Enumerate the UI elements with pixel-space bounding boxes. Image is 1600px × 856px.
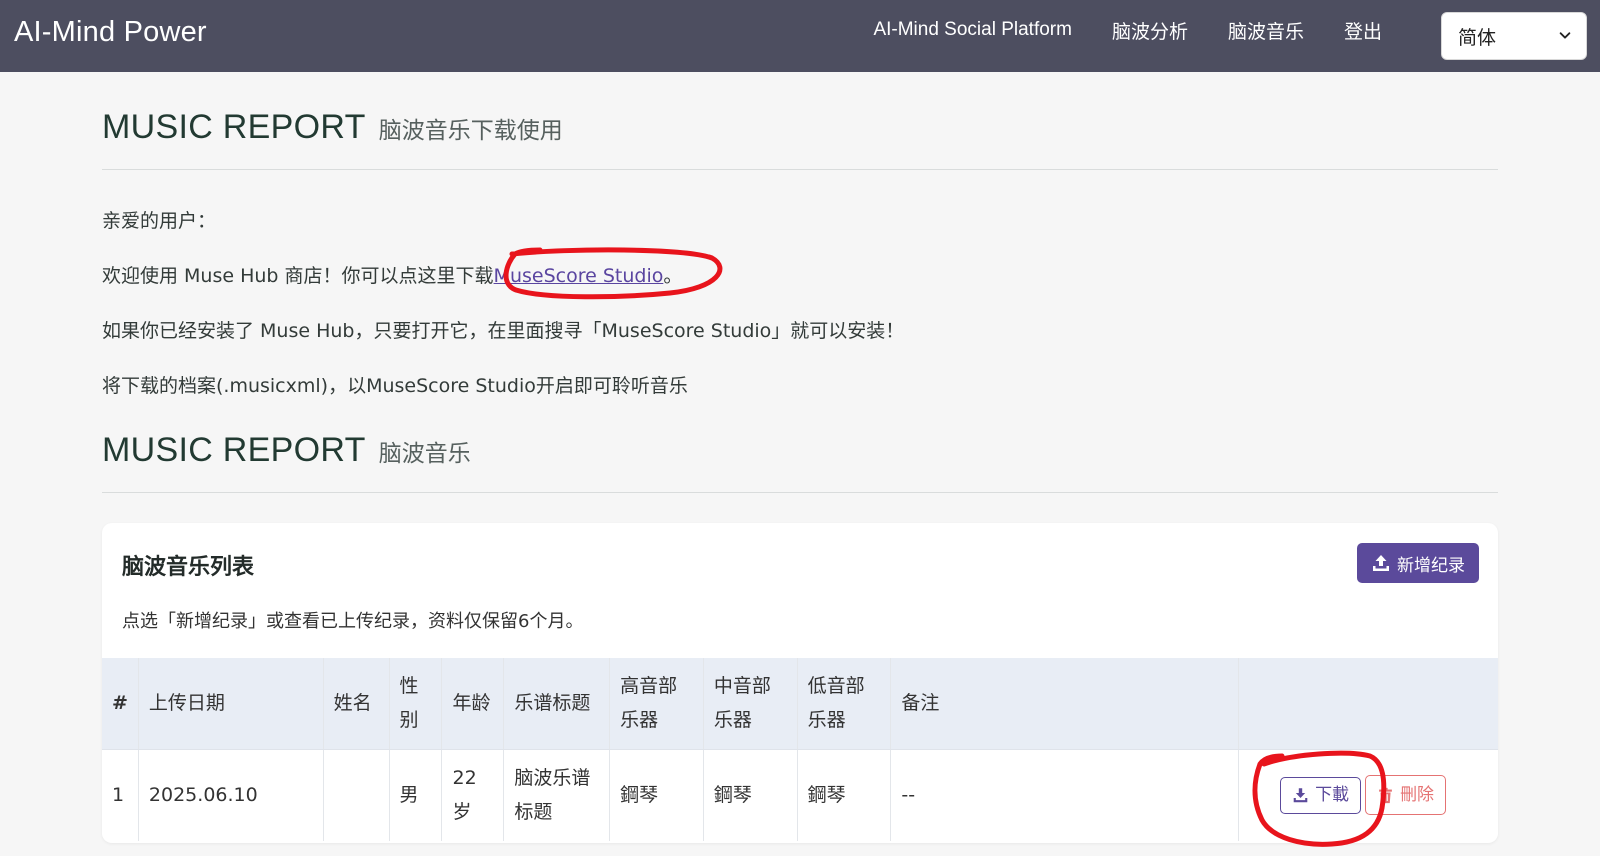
cell-number: 1 <box>102 749 139 841</box>
col-header-alto-instrument: 中音部乐器 <box>703 658 798 750</box>
cell-age: 22岁 <box>441 749 505 841</box>
music-list-card: 脑波音乐列表 新增纪录 点选「新增纪录」或查看已上传纪录，资料仅保留6个月。 #… <box>102 523 1498 843</box>
install-instructions: 如果你已经安装了 Muse Hub，只要打开它，在里面搜寻「MuseScore … <box>102 320 905 342</box>
cell-name <box>323 749 390 841</box>
card-description: 点选「新增纪录」或查看已上传纪录，资料仅保留6个月。 <box>122 611 584 632</box>
delete-button[interactable]: 刪除 <box>1365 775 1447 816</box>
music-records-table: # 上传日期 姓名 性别 年龄 乐谱标题 高音部乐器 中音部乐器 低音部乐器 备… <box>102 658 1498 841</box>
col-header-bass-instrument: 低音部乐器 <box>797 658 892 750</box>
chevron-down-icon <box>1559 32 1571 39</box>
cell-alto-instrument: 鋼琴 <box>703 749 798 841</box>
nav-link-logout[interactable]: 登出 <box>1344 17 1382 44</box>
open-instructions: 将下载的档案(.musicxml)，以MuseScore Studio开启即可聆… <box>102 375 688 397</box>
cell-upload-date: 2025.06.10 <box>138 749 324 841</box>
download-instructions: 欢迎使用 Muse Hub 商店！你可以点这里下载MuseScore Studi… <box>102 261 682 288</box>
divider <box>102 169 1498 170</box>
language-select[interactable]: 简体 <box>1441 12 1587 60</box>
cell-bass-instrument: 鋼琴 <box>797 749 892 841</box>
section-subtitle: 脑波音乐 <box>378 441 471 467</box>
table-header-row: # 上传日期 姓名 性别 年龄 乐谱标题 高音部乐器 中音部乐器 低音部乐器 备… <box>102 658 1498 750</box>
language-select-value: 简体 <box>1458 26 1497 49</box>
section-title: MUSIC REPORT <box>102 431 366 469</box>
divider <box>102 492 1498 493</box>
nav-link-brainwave-analysis[interactable]: 脑波分析 <box>1112 17 1188 44</box>
download-text-after: 。 <box>663 265 683 287</box>
col-header-name: 姓名 <box>323 658 390 750</box>
download-button[interactable]: 下載 <box>1280 776 1362 814</box>
page-subtitle: 脑波音乐下载使用 <box>378 118 563 144</box>
col-header-number: # <box>102 658 139 750</box>
cell-note: -- <box>890 749 1240 841</box>
greeting-text: 亲爱的用户： <box>102 210 217 232</box>
download-icon <box>1293 788 1308 803</box>
col-header-age: 年龄 <box>441 658 505 750</box>
add-record-button[interactable]: 新增纪录 <box>1357 543 1479 583</box>
nav-link-brainwave-music[interactable]: 脑波音乐 <box>1228 17 1304 44</box>
nav-links: AI-Mind Social Platform 脑波分析 脑波音乐 登出 <box>833 0 1382 60</box>
upload-icon <box>1373 555 1389 571</box>
col-header-score-title: 乐谱标题 <box>503 658 611 750</box>
cell-gender: 男 <box>389 749 443 841</box>
musescore-studio-link[interactable]: MuseScore Studio <box>494 265 664 287</box>
delete-label: 刪除 <box>1400 785 1435 806</box>
cell-treble-instrument: 鋼琴 <box>609 749 704 841</box>
download-label: 下載 <box>1315 785 1350 806</box>
col-header-treble-instrument: 高音部乐器 <box>609 658 704 750</box>
trash-icon <box>1379 787 1392 803</box>
page-title: MUSIC REPORT <box>102 108 366 146</box>
col-header-actions <box>1238 658 1498 750</box>
cell-actions: 下載 刪除 <box>1239 749 1498 841</box>
section-heading-music: MUSIC REPORT 脑波音乐 <box>102 431 471 470</box>
table-row: 1 2025.06.10 男 22岁 脑波乐谱标题 鋼琴 鋼琴 鋼琴 -- 下載… <box>102 749 1498 841</box>
add-record-label: 新增纪录 <box>1397 555 1465 575</box>
col-header-gender: 性别 <box>389 658 443 750</box>
card-title: 脑波音乐列表 <box>122 555 255 580</box>
nav-link-social-platform[interactable]: AI-Mind Social Platform <box>873 19 1072 41</box>
cell-score-title: 脑波乐谱标题 <box>503 749 611 841</box>
section-heading-download: MUSIC REPORT 脑波音乐下载使用 <box>102 108 563 147</box>
brand-logo[interactable]: AI-Mind Power <box>14 16 207 49</box>
navbar: AI-Mind Power AI-Mind Social Platform 脑波… <box>0 0 1600 72</box>
col-header-upload-date: 上传日期 <box>138 658 324 750</box>
download-text-before: 欢迎使用 Muse Hub 商店！你可以点这里下载 <box>102 265 494 287</box>
col-header-note: 备注 <box>890 658 1240 750</box>
